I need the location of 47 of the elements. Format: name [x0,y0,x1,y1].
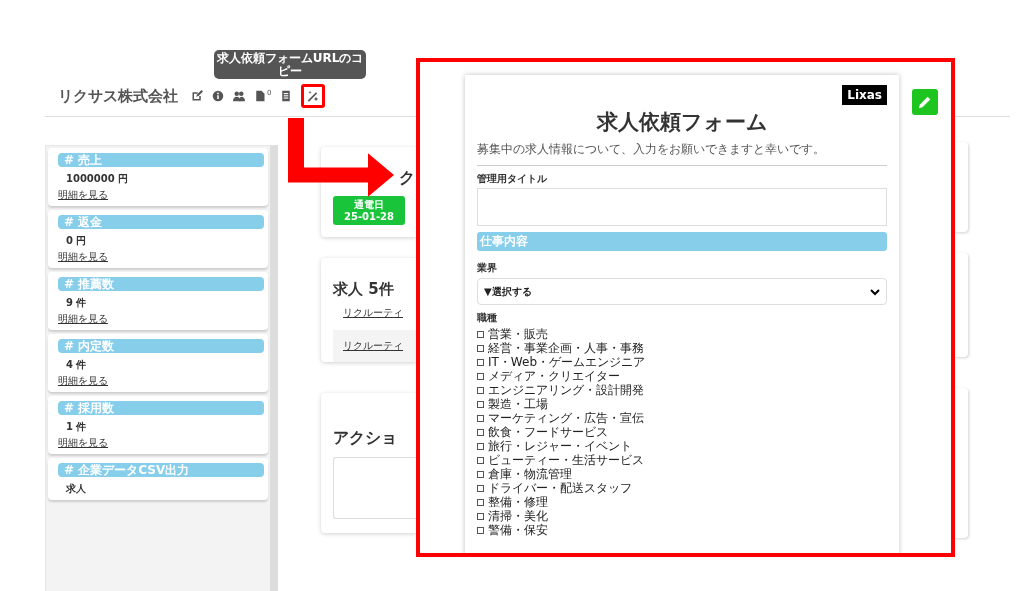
card-heading: # 企業データCSV出力 [58,463,264,477]
job-link[interactable]: リクルーティ [333,330,417,362]
details-link[interactable]: 明細を見る [58,189,108,201]
checkbox-label: 倉庫・物流管理 [488,467,572,481]
checkbox-label: 経営・事業企画・人事・事務 [488,341,644,355]
card-heading: # 推薦数 [58,277,264,291]
card-heading: # 内定数 [58,339,264,353]
card-value: 9 件 [66,297,88,309]
checkbox-label: IT・Web・ゲームエンジニア [488,355,646,369]
card-title: アクショ [333,428,398,449]
industry-select[interactable]: ▼選択する [477,278,887,305]
form-intro: 募集中の求人情報について、入力をお願いできますと幸いです。 [477,143,887,166]
card-heading: # 返金 [58,215,264,229]
checkbox-label: マーケティング・広告・宣伝 [488,411,644,425]
card-value: 1000000 円 [66,173,130,185]
checkbox-label: 整備・修理 [488,495,548,509]
card-heading: # 採用数 [58,401,264,415]
details-link[interactable]: 明細を見る [58,251,108,263]
form-title: 求人依頼フォーム [595,109,769,135]
checkbox-label: 飲食・フードサービス [488,425,608,439]
details-link[interactable]: 明細を見る [58,437,108,449]
details-link[interactable]: 明細を見る [58,313,108,325]
card-value: 求人 [66,483,87,495]
card-value: 1 件 [66,421,88,433]
field-label: 職種 [477,311,498,324]
checkbox-label: メディア・クリエイター [488,369,620,383]
card-title: 求人 5件 [333,280,395,299]
card-title: ク [399,169,416,187]
logo: Lixas [842,85,887,105]
checkbox-label: 旅行・レジャー・イベント [488,439,632,453]
checkbox-label: ドライバー・配送スタッフ [488,481,632,495]
checkbox-label: ビューティー・生活サービス [488,453,644,467]
card-heading: # 売上 [58,153,264,167]
checkbox-label: 営業・販売 [488,327,548,341]
checkbox-label: 製造・工場 [488,397,548,411]
checkbox-label: 清掃・美化 [488,509,548,523]
field-label: 管理用タイトル [477,172,548,185]
company-name: リクサス株式会社 [58,86,178,106]
tooltip: 求人依頼フォームURLのコピー [214,50,366,79]
checkbox-label: エンジニアリング・設計開発 [488,383,644,397]
field-label: 業界 [477,261,498,274]
job-link[interactable]: リクルーティ [333,299,417,327]
card-value: 0 円 [66,235,88,247]
details-link[interactable]: 明細を見る [58,375,108,387]
section-heading: 仕事内容 [477,232,887,251]
checkbox-label: 警備・保安 [488,523,548,537]
card-value: 4 件 [66,359,88,371]
